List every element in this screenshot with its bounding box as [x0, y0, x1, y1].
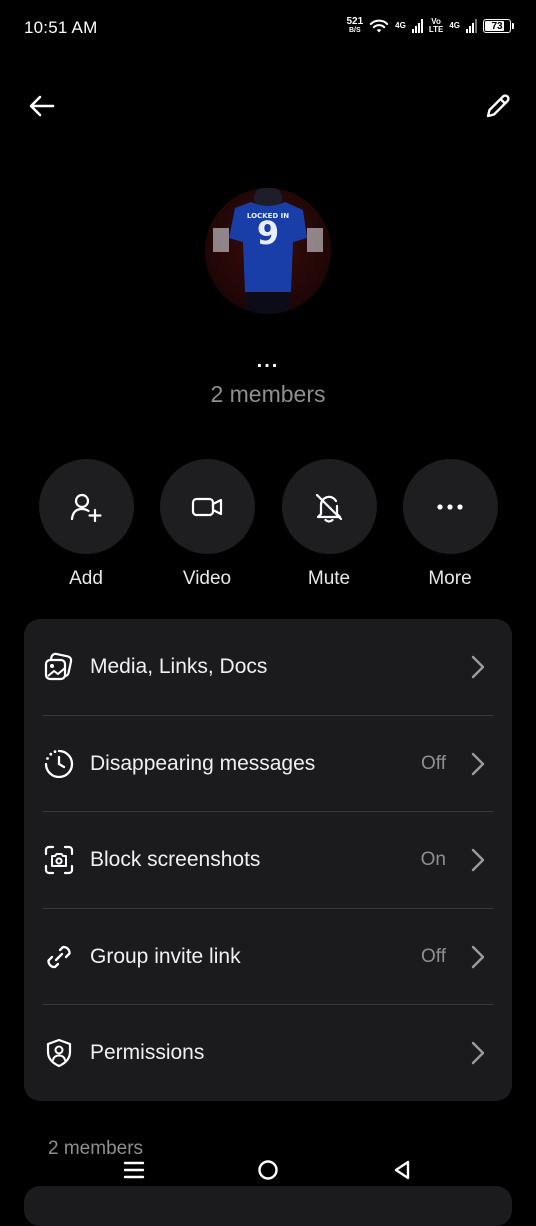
video-call-button[interactable]: Video: [159, 459, 255, 590]
home-button[interactable]: [248, 1150, 288, 1190]
link-icon: [47, 945, 71, 969]
mute-circle[interactable]: [281, 459, 377, 554]
screenshot-camera-icon: [44, 845, 74, 875]
network-speed-unit: B/S: [348, 27, 361, 34]
video-call-circle[interactable]: [159, 459, 255, 554]
permissions-row[interactable]: Permissions: [24, 1005, 512, 1101]
media-links-docs-row[interactable]: Media, Links, Docs: [24, 619, 512, 715]
group-invite-link-label: Group invite link: [90, 945, 241, 968]
mute-label: Mute: [307, 568, 351, 589]
recents-button[interactable]: [114, 1150, 154, 1190]
add-label: Add: [69, 568, 103, 589]
edit-button[interactable]: [480, 88, 516, 124]
chevron-right-icon: [471, 752, 485, 776]
group-invite-link-row[interactable]: Group invite link Off: [24, 909, 512, 1005]
network-speed-value: 521: [346, 16, 364, 27]
disappearing-messages-label: Disappearing messages: [90, 752, 316, 775]
signal-icon: [466, 19, 477, 33]
video-camera-icon: [191, 497, 223, 516]
network-label-2: 4G: [449, 21, 460, 30]
bell-off-icon: [315, 493, 343, 523]
mute-button[interactable]: Mute: [281, 459, 377, 590]
arrow-left-icon: [29, 95, 55, 117]
video-label: Video: [182, 568, 232, 589]
block-screenshots-row[interactable]: Block screenshots On: [24, 812, 512, 908]
disappearing-messages-value: Off: [421, 753, 446, 774]
group-name: ...: [256, 350, 280, 372]
battery-level: 73: [491, 20, 503, 32]
permissions-label: Permissions: [90, 1041, 205, 1064]
block-screenshots-label: Block screenshots: [90, 848, 261, 871]
system-nav-bar: [0, 1140, 536, 1200]
nav-back-button[interactable]: [382, 1150, 422, 1190]
member-count: 2 members: [210, 381, 326, 407]
back-button[interactable]: [24, 88, 60, 124]
chevron-right-icon: [471, 655, 485, 679]
avatar-image: 9 LOCKED IN: [205, 188, 331, 314]
volte-bottom: LTE: [428, 25, 444, 34]
chevron-right-icon: [471, 848, 485, 872]
more-button[interactable]: More: [402, 459, 498, 590]
more-circle[interactable]: [402, 459, 498, 554]
media-links-docs-label: Media, Links, Docs: [90, 655, 268, 678]
triangle-back-icon: [394, 1160, 410, 1180]
group-invite-link-value: Off: [421, 946, 446, 967]
home-circle-icon: [258, 1160, 278, 1180]
menu-icon: [123, 1161, 145, 1179]
network-label-1: 4G: [395, 21, 406, 30]
volte-label: Vo LTE: [429, 18, 444, 34]
chevron-right-icon: [471, 945, 485, 969]
add-member-button[interactable]: Add: [38, 459, 134, 590]
group-avatar[interactable]: 9 LOCKED IN: [205, 188, 331, 314]
network-speed: 521 B/S: [346, 17, 363, 35]
chevron-right-icon: [471, 1041, 485, 1065]
settings-card: Media, Links, Docs Disappearing messages…: [24, 619, 512, 1101]
add-user-icon: [70, 493, 102, 522]
shield-user-icon: [46, 1038, 72, 1068]
block-screenshots-value: On: [420, 849, 446, 870]
media-icon: [44, 652, 73, 681]
wifi-icon: [369, 19, 389, 33]
avatar-text: LOCKED IN: [247, 212, 289, 220]
timer-icon: [44, 749, 74, 779]
disappearing-messages-row[interactable]: Disappearing messages Off: [24, 716, 512, 812]
status-time: 10:51 AM: [24, 18, 98, 37]
more-label: More: [428, 568, 472, 589]
more-horizontal-icon: [437, 503, 463, 510]
add-member-circle[interactable]: [38, 459, 134, 554]
pencil-icon: [486, 94, 510, 118]
status-icons: 521 B/S 4G Vo LTE 4G 73: [346, 17, 514, 35]
battery-icon: 73: [483, 19, 514, 33]
signal-icon: [411, 19, 423, 33]
